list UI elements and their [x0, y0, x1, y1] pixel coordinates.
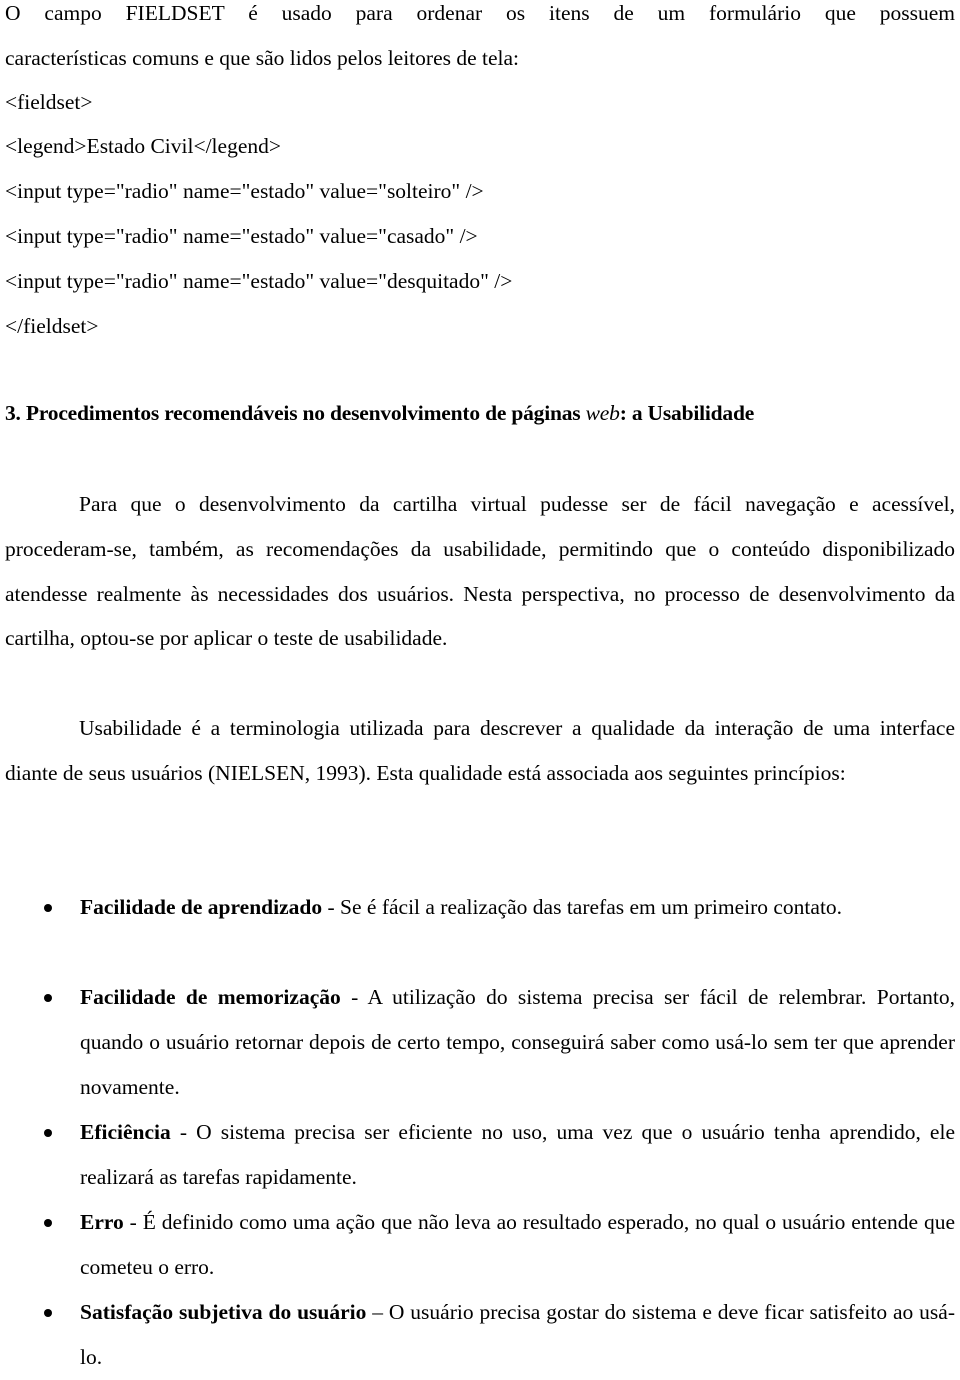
section-heading-italic: web — [585, 401, 620, 425]
principle-term: Satisfação subjetiva do usuário — [80, 1300, 367, 1324]
section-heading-tail: : a Usabilidade — [619, 401, 755, 425]
principle-text: Se é fácil a realização das tarefas em u… — [340, 895, 843, 919]
list-item: Erro - É definido como uma ação que não … — [44, 1200, 955, 1290]
principle-text: É definido como uma ação que não leva ao… — [80, 1210, 955, 1279]
bullet-icon — [44, 1219, 52, 1227]
principle-separator: - — [340, 985, 368, 1009]
code-line: <input type="radio" name="estado" value=… — [5, 224, 478, 248]
body-paragraph: Para que o desenvolvimento da cartilha v… — [5, 492, 955, 651]
list-item: Eficiência - O sistema precisa ser efici… — [44, 1110, 955, 1200]
principle-term: Facilidade de memorização — [80, 985, 341, 1009]
code-line: </fieldset> — [5, 314, 99, 338]
code-line: <legend>Estado Civil</legend> — [5, 134, 281, 158]
principle-separator: – — [366, 1300, 389, 1324]
principle-separator: - — [170, 1120, 197, 1144]
bullet-icon — [44, 1129, 52, 1137]
section-heading: 3. Procedimentos recomendáveis no desenv… — [5, 400, 754, 426]
code-line: <fieldset> — [5, 90, 93, 114]
list-item: Satisfação subjetiva do usuário – O usuá… — [44, 1290, 955, 1380]
principle-term: Facilidade de aprendizado — [80, 895, 323, 919]
principle-term: Erro — [80, 1210, 124, 1234]
list-item: Facilidade de memorização - A utilização… — [44, 975, 955, 1109]
principle-separator: - — [322, 895, 341, 919]
principle-text: O sistema precisa ser eficiente no uso, … — [80, 1120, 955, 1189]
bullet-icon — [44, 994, 52, 1002]
bullet-icon — [44, 904, 52, 912]
code-line: <input type="radio" name="estado" value=… — [5, 269, 513, 293]
list-item: Facilidade de aprendizado - Se é fácil a… — [44, 885, 955, 930]
principle-term: Eficiência — [80, 1120, 171, 1144]
intro-paragraph: O campo FIELDSET é usado para ordenar os… — [5, 0, 955, 81]
intro-line-1: O campo FIELDSET é usado para ordenar os… — [5, 1, 955, 25]
principle-separator: - — [123, 1210, 143, 1234]
intro-line-2: características comuns e que são lidos p… — [5, 45, 520, 70]
body-paragraph: Usabilidade é a terminologia utilizada p… — [5, 716, 955, 785]
code-line: <input type="radio" name="estado" value=… — [5, 179, 484, 203]
bullet-icon — [44, 1309, 52, 1317]
section-heading-text: 3. Procedimentos recomendáveis no desenv… — [5, 401, 581, 425]
